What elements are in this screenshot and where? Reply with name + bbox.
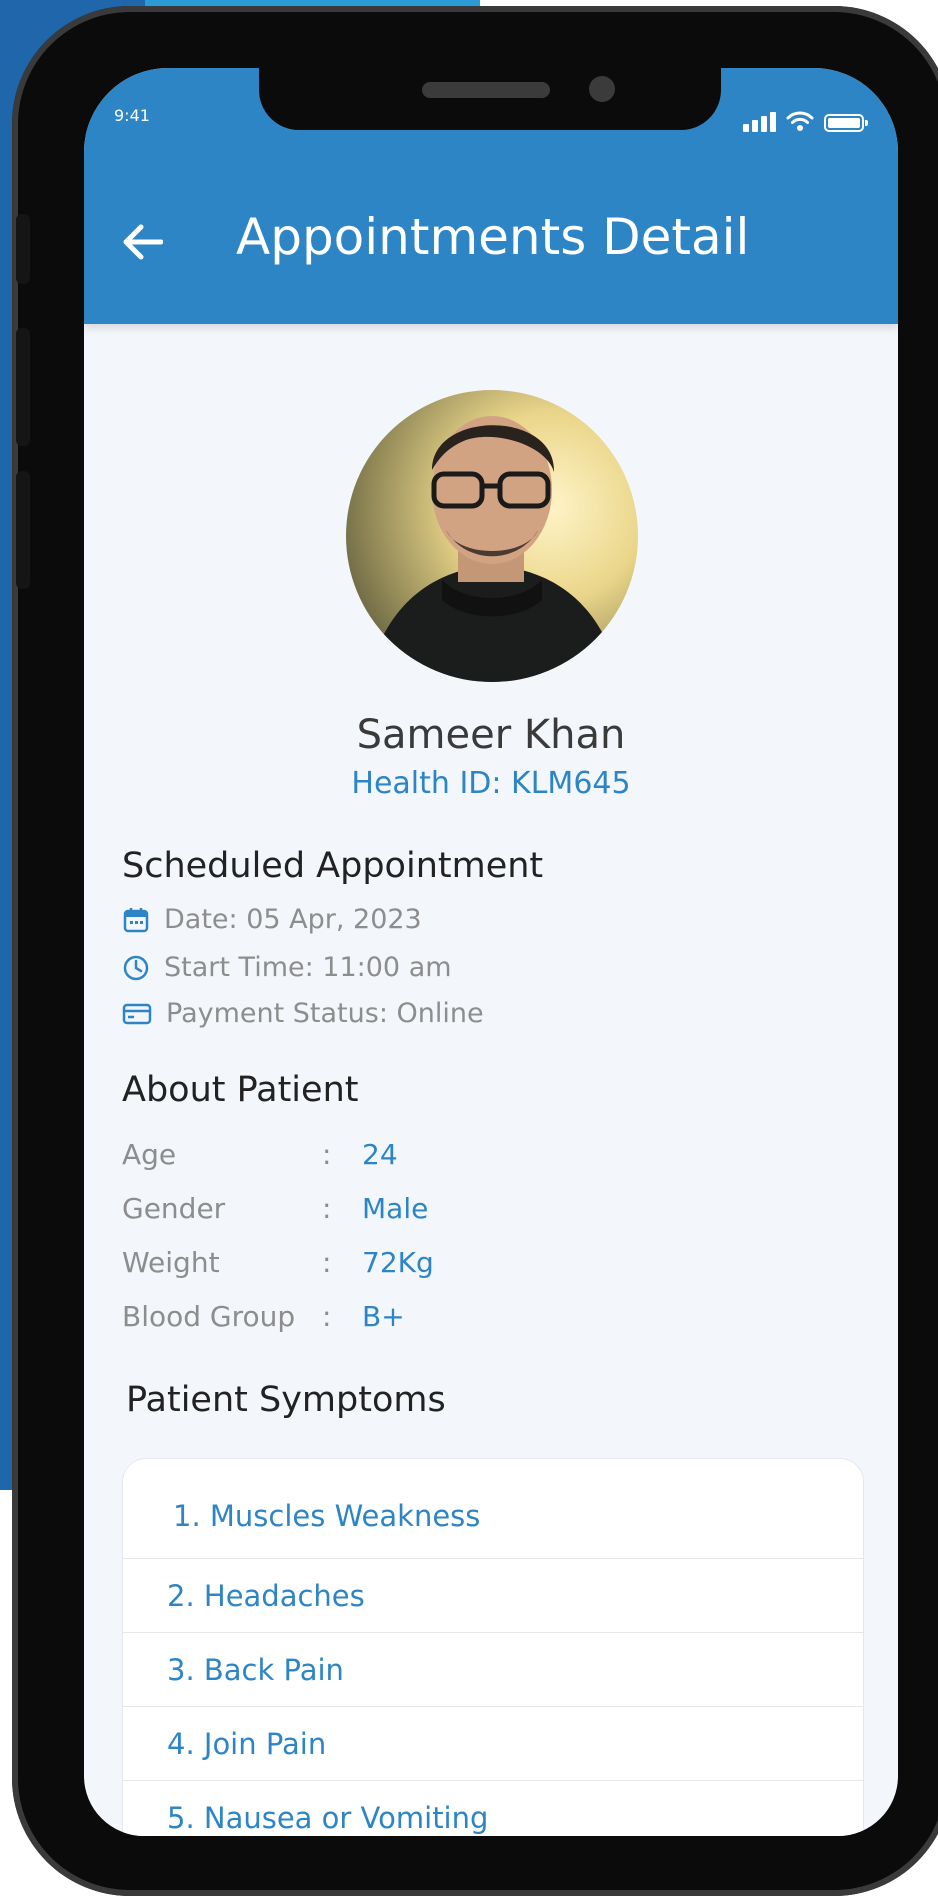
- arrow-left-icon: [123, 224, 163, 260]
- phone-frame: 9:41 Appointments Detail Sameer Khan Hea…: [12, 6, 938, 1896]
- status-icons: [743, 108, 868, 132]
- phone-mute-button: [16, 214, 30, 284]
- credit-card-icon: [122, 1003, 152, 1024]
- blood-group-separator: :: [322, 1300, 332, 1333]
- calendar-icon: [123, 907, 149, 932]
- appointment-date: Date: 05 Apr, 2023: [122, 904, 422, 935]
- appointment-start-time-text: Start Time: 11:00 am: [164, 952, 452, 983]
- about-patient-heading: About Patient: [122, 1070, 359, 1110]
- front-camera: [589, 76, 615, 102]
- battery-icon: [824, 114, 868, 132]
- gender-separator: :: [322, 1192, 332, 1225]
- patient-age-row: Age : 24: [122, 1138, 398, 1171]
- health-id: Health ID: KLM645: [351, 766, 631, 801]
- payment-status-text: Payment Status: Online: [166, 998, 484, 1029]
- symptom-item[interactable]: 2. Headaches: [123, 1559, 863, 1633]
- age-value: 24: [362, 1138, 398, 1171]
- gender-value: Male: [362, 1192, 429, 1225]
- clock-icon: [123, 955, 149, 980]
- scheduled-appointment-heading: Scheduled Appointment: [122, 846, 544, 886]
- payment-status: Payment Status: Online: [122, 998, 484, 1029]
- weight-separator: :: [322, 1246, 332, 1279]
- patient-weight-row: Weight : 72Kg: [122, 1246, 434, 1279]
- gender-label: Gender: [122, 1192, 226, 1225]
- app-screen: 9:41 Appointments Detail Sameer Khan Hea…: [84, 68, 898, 1836]
- age-separator: :: [322, 1138, 332, 1171]
- status-time: 9:41: [114, 106, 150, 125]
- person-silhouette-icon: [366, 416, 621, 682]
- cellular-signal-icon: [743, 110, 776, 132]
- patient-avatar: [346, 390, 638, 682]
- blood-group-label: Blood Group: [122, 1300, 296, 1333]
- appointment-date-text: Date: 05 Apr, 2023: [164, 904, 422, 935]
- wifi-icon: [786, 111, 814, 131]
- symptom-item[interactable]: 5. Nausea or Vomiting: [123, 1781, 863, 1836]
- blood-group-value: B+: [362, 1300, 405, 1333]
- symptom-item[interactable]: 3. Back Pain: [123, 1633, 863, 1707]
- patient-symptoms-heading: Patient Symptoms: [126, 1380, 446, 1420]
- weight-value: 72Kg: [362, 1246, 434, 1279]
- speaker-grille: [422, 82, 550, 98]
- phone-volume-down-button: [16, 471, 30, 589]
- weight-label: Weight: [122, 1246, 220, 1279]
- patient-gender-row: Gender : Male: [122, 1192, 428, 1225]
- symptoms-list: 1. Muscles Weakness 2. Headaches 3. Back…: [122, 1458, 864, 1836]
- appointment-start-time: Start Time: 11:00 am: [122, 952, 452, 983]
- patient-blood-group-row: Blood Group : B+: [122, 1300, 405, 1333]
- back-button[interactable]: [118, 218, 166, 266]
- phone-volume-up-button: [16, 328, 30, 446]
- phone-notch: [259, 68, 721, 130]
- age-label: Age: [122, 1138, 177, 1171]
- patient-name: Sameer Khan: [356, 712, 626, 758]
- symptom-item[interactable]: 4. Join Pain: [123, 1707, 863, 1781]
- page-title: Appointments Detail: [236, 208, 750, 266]
- symptom-item[interactable]: 1. Muscles Weakness: [123, 1459, 863, 1559]
